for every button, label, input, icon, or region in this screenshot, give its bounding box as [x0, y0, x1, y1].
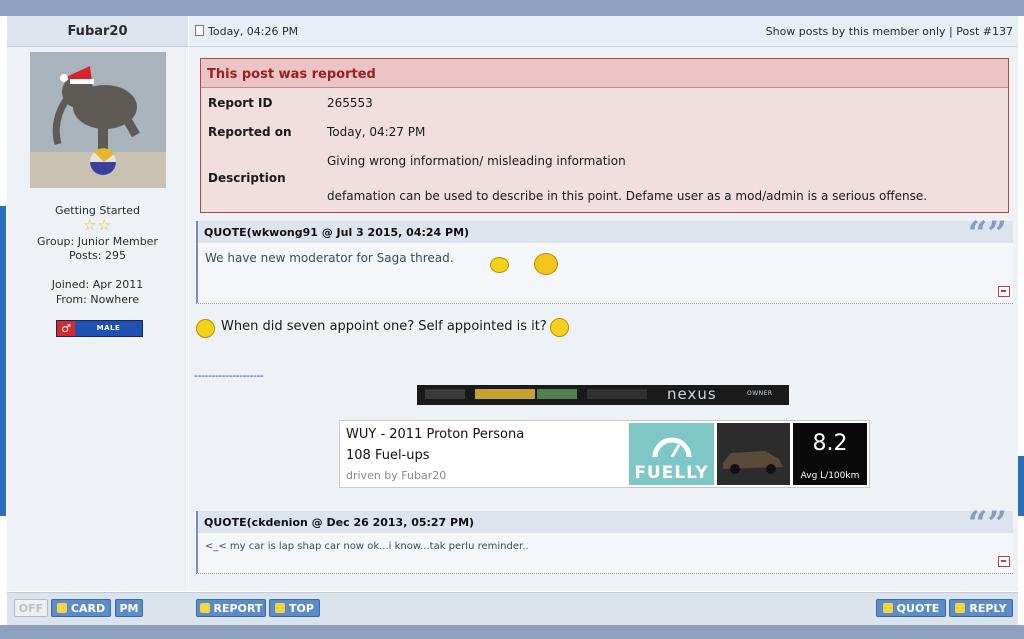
report-id-value: 265553: [327, 96, 373, 110]
online-status-button[interactable]: OFF: [14, 599, 48, 617]
pm-button[interactable]: PM: [115, 599, 143, 617]
report-title-bar: This post was reported: [201, 59, 1008, 88]
top-button[interactable]: TOP: [269, 599, 320, 617]
post-button-row: OFF CARD PM REPORT TOP QUOTE REPLY: [7, 592, 1018, 626]
gender-label: MALE: [96, 324, 121, 332]
report-box: This post was reported Report ID 265553 …: [200, 58, 1009, 213]
description-line-2: defamation can be used to describe in th…: [327, 189, 928, 203]
top-label: TOP: [289, 602, 314, 615]
quote-header-1-text: QUOTE(wkwong91 @ Jul 3 2015, 04:24 PM): [204, 226, 470, 239]
right-edge: [1018, 16, 1024, 625]
card-button[interactable]: CARD: [51, 599, 111, 617]
fuelly-logo: FUELLY: [629, 423, 714, 485]
sleepy-smiley-icon: [490, 257, 509, 273]
bottom-bar: [0, 625, 1024, 639]
nexus-text: nexus: [667, 385, 717, 403]
quote-collapse-icon[interactable]: [998, 556, 1010, 567]
post-timestamp: Today, 04:26 PM: [195, 25, 298, 38]
reply-button[interactable]: REPLY: [949, 599, 1013, 617]
fuelly-widget[interactable]: WUY - 2011 Proton Persona 108 Fuel-ups d…: [339, 420, 870, 488]
quote-label: QUOTE: [896, 602, 940, 615]
gender-badge: ♂ MALE: [56, 320, 143, 337]
reported-on-value: Today, 04:27 PM: [327, 125, 426, 139]
fuelly-unit: Avg L/100km: [800, 471, 860, 481]
user-info-column: Getting Started ☆☆ Group: Junior Member …: [7, 47, 188, 591]
quote-body-1: We have new moderator for Saga thread.: [205, 251, 454, 265]
reported-on-label: Reported on: [208, 125, 292, 139]
user-header: Fubar20: [7, 16, 188, 47]
quote-header-1: QUOTE(wkwong91 @ Jul 3 2015, 04:24 PM) “…: [198, 217, 1013, 251]
report-title: This post was reported: [207, 67, 376, 82]
annoyed-smiley-icon: [196, 319, 215, 338]
post-header: Today, 04:26 PM Show posts by this membe…: [189, 16, 1018, 47]
male-icon: ♂: [57, 321, 75, 336]
fuelly-logo-text: FUELLY: [634, 463, 709, 483]
quote-block-2: QUOTE(ckdenion @ Dec 26 2013, 05:27 PM) …: [196, 507, 1013, 574]
report-id-label: Report ID: [208, 96, 273, 110]
car-photo: [717, 423, 790, 485]
member-group: Group: Junior Member: [37, 235, 158, 248]
fuelly-car: WUY - 2011 Proton Persona: [346, 427, 525, 442]
post-body: This post was reported Report ID 265553 …: [189, 47, 1018, 591]
description-label: Description: [208, 171, 286, 185]
rank-stars-icon: ☆☆: [83, 216, 112, 234]
top-bar: [0, 0, 1024, 16]
fuelly-driver: driven by Fubar20: [346, 469, 447, 482]
report-label: REPORT: [213, 602, 263, 615]
laughing-smiley-icon: [534, 253, 558, 275]
arrow-up-icon: [275, 603, 286, 613]
card-label: CARD: [70, 602, 106, 615]
quote-block-1: QUOTE(wkwong91 @ Jul 3 2015, 04:24 PM) “…: [196, 217, 1013, 304]
fuelly-fuelups: 108 Fuel-ups: [346, 448, 430, 463]
reply-label: REPLY: [969, 602, 1007, 615]
user-icon: [56, 603, 67, 613]
quote-mark-small-icon: [955, 603, 966, 613]
quote-body-2: <_< my car is lap shap car now ok...i kn…: [205, 541, 529, 552]
quote-header-2: QUOTE(ckdenion @ Dec 26 2013, 05:27 PM) …: [198, 507, 1013, 541]
description-line-1: Giving wrong information/ misleading inf…: [327, 154, 626, 168]
fuelly-average: 8.2: [812, 431, 848, 456]
alert-icon: [199, 603, 210, 613]
member-joined: Joined: Apr 2011: [51, 278, 144, 291]
avatar: [30, 52, 166, 188]
plus-icon: [882, 603, 893, 613]
fuelly-stat: 8.2 Avg L/100km: [793, 423, 867, 485]
post-document-icon: [195, 25, 204, 36]
hmm-smiley-icon: [550, 318, 569, 337]
member-from: From: Nowhere: [55, 293, 140, 306]
nexus-owner-text: OWNER: [747, 390, 773, 397]
quote-mark-icon: “”: [967, 214, 1007, 254]
nexus-banner[interactable]: nexus OWNER: [417, 385, 789, 405]
username[interactable]: Fubar20: [7, 24, 188, 39]
post-time-text: Today, 04:26 PM: [208, 25, 299, 38]
quote-mark-icon: “”: [967, 504, 1007, 544]
fuel-gauge-icon: [652, 437, 692, 458]
post-links[interactable]: Show posts by this member only | Post #1…: [766, 25, 1013, 38]
quote-button[interactable]: QUOTE: [876, 599, 946, 617]
quote-collapse-icon[interactable]: [998, 286, 1010, 297]
report-button[interactable]: REPORT: [196, 599, 266, 617]
quote-header-2-text: QUOTE(ckdenion @ Dec 26 2013, 05:27 PM): [204, 516, 475, 529]
left-edge: [0, 16, 6, 625]
member-posts: Posts: 295: [69, 249, 126, 262]
signature-divider: --------------------: [194, 369, 264, 382]
post-message: When did seven appoint one? Self appoint…: [221, 319, 547, 334]
